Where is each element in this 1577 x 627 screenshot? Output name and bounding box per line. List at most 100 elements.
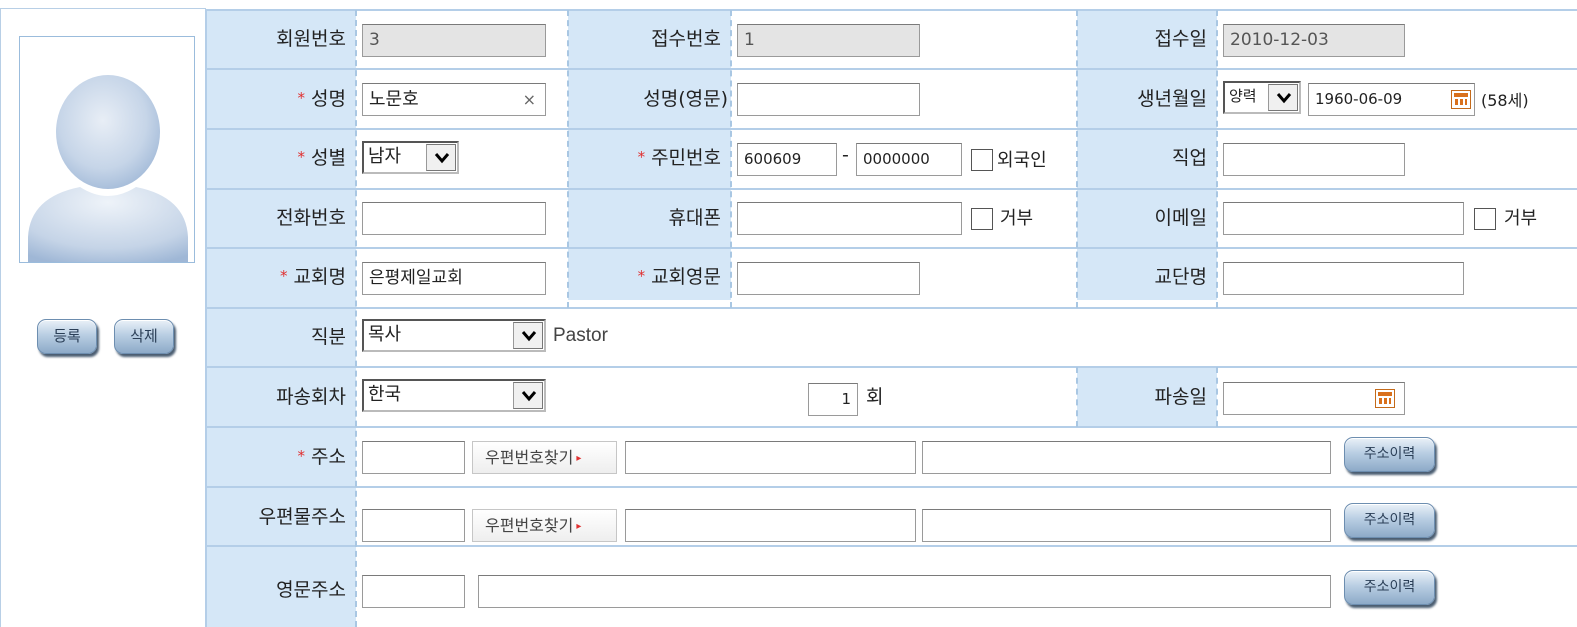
rrn-dash: -	[842, 144, 849, 166]
required-mark: *	[297, 447, 306, 465]
column-divider	[1216, 367, 1218, 427]
dispatch-country-value: 한국	[368, 384, 402, 405]
church-en-label-text: 교회영문	[651, 266, 721, 288]
calendar-type-value: 양력	[1229, 87, 1257, 105]
row-divider	[206, 68, 1577, 70]
calendar-type-select[interactable]: 양력	[1223, 81, 1301, 114]
row-divider	[206, 128, 1577, 130]
zip-search-label: 우편번호찾기	[485, 516, 574, 535]
position-select[interactable]: 목사	[362, 319, 546, 352]
church-field[interactable]: 은평제일교회	[362, 262, 546, 295]
zip-search-button[interactable]: 우편번호찾기 ▸	[472, 509, 617, 542]
address-zip-field[interactable]	[362, 441, 465, 474]
dispatch-country-select[interactable]: 한국	[362, 379, 546, 412]
email-refuse-checkbox[interactable]	[1474, 208, 1496, 230]
denomination-label: 교단명	[1154, 266, 1207, 288]
mail-address-line1-field[interactable]	[625, 509, 916, 542]
address-line2-field[interactable]	[922, 441, 1331, 474]
birth-date-field[interactable]: 1960-06-09	[1308, 83, 1475, 116]
required-mark: *	[637, 267, 646, 285]
avatar-icon	[28, 75, 188, 262]
email-refuse-label: 거부	[1504, 208, 1538, 229]
mail-address-history-button[interactable]: 주소이력	[1344, 503, 1435, 538]
row-divider	[206, 247, 1577, 249]
required-mark: *	[280, 267, 288, 285]
row-divider	[206, 188, 1577, 190]
required-mark: *	[637, 148, 646, 166]
gender-label-text: 성별	[311, 147, 346, 169]
dispatch-round-label: 파송회차	[276, 386, 346, 408]
dispatch-date-field[interactable]	[1223, 382, 1405, 415]
receipt-no-field[interactable]: 1	[737, 24, 920, 57]
foreigner-checkbox[interactable]	[971, 149, 993, 171]
rrn-label: * 주민번호	[568, 143, 721, 170]
caret-right-icon: ▸	[576, 521, 582, 532]
address-label: * 주소	[206, 442, 346, 469]
en-address-field[interactable]	[478, 575, 1331, 608]
address-history-button[interactable]: 주소이력	[1344, 437, 1435, 472]
mail-zip-field[interactable]	[362, 509, 465, 542]
dispatch-date-label: 파송일	[1154, 386, 1207, 408]
row-divider	[206, 545, 1577, 547]
row-divider	[206, 366, 1577, 368]
required-mark: *	[297, 148, 306, 166]
church-en-label: * 교회영문	[568, 262, 721, 289]
foreigner-label: 외국인	[997, 150, 1047, 171]
member-photo	[19, 36, 195, 263]
mobile-refuse-label: 거부	[1000, 208, 1034, 229]
row-divider	[206, 426, 1577, 428]
birth-label: 생년월일	[1137, 88, 1207, 110]
gender-value: 남자	[368, 146, 402, 167]
phone-field[interactable]	[362, 202, 546, 235]
email-field[interactable]	[1223, 202, 1464, 235]
phone-label: 전화번호	[276, 207, 346, 229]
row-divider	[206, 307, 1577, 309]
position-value: 목사	[368, 324, 402, 345]
zip-search-button[interactable]: 우편번호찾기 ▸	[472, 441, 617, 474]
address-line1-field[interactable]	[625, 441, 916, 474]
church-en-field[interactable]	[737, 262, 920, 295]
denomination-field[interactable]	[1223, 262, 1464, 295]
name-field[interactable]: 노문호 ×	[362, 83, 546, 116]
mail-address-line2-field[interactable]	[922, 509, 1331, 542]
mobile-refuse-checkbox[interactable]	[971, 208, 993, 230]
name-value: 노문호	[369, 89, 419, 110]
receipt-date-field[interactable]: 2010-12-03	[1223, 24, 1405, 57]
member-no-label: 회원번호	[276, 28, 346, 50]
receipt-no-label: 접수번호	[651, 28, 721, 50]
mobile-label: 휴대폰	[668, 207, 721, 229]
round-field[interactable]: 1	[808, 383, 858, 416]
caret-right-icon: ▸	[576, 453, 582, 464]
chevron-down-icon	[513, 382, 543, 409]
address-label-text: 주소	[311, 446, 346, 468]
zip-search-label: 우편번호찾기	[485, 448, 574, 467]
calendar-icon[interactable]	[1451, 90, 1471, 109]
church-label: * 교회명	[206, 262, 346, 289]
name-en-field[interactable]	[737, 83, 920, 116]
chevron-down-icon	[513, 322, 543, 349]
birth-date-value: 1960-06-09	[1315, 90, 1403, 108]
job-field[interactable]	[1223, 143, 1405, 176]
mail-address-label: 우편물주소	[258, 506, 346, 528]
job-label: 직업	[1172, 147, 1207, 169]
rrn-front-field[interactable]: 600609	[737, 143, 837, 176]
name-label: * 성명	[206, 84, 346, 111]
close-icon[interactable]: ×	[523, 84, 536, 115]
gender-select[interactable]: 남자	[362, 141, 459, 174]
age-text: (58세)	[1481, 91, 1529, 110]
en-zip-field[interactable]	[362, 575, 465, 608]
rrn-label-text: 주민번호	[651, 147, 721, 169]
name-en-label: 성명(영문)	[643, 88, 728, 110]
required-mark: *	[297, 89, 306, 107]
en-address-label: 영문주소	[276, 579, 346, 601]
church-label-text: 교회명	[293, 266, 346, 288]
member-no-field[interactable]: 3	[362, 24, 546, 57]
register-button[interactable]: 등록	[37, 319, 97, 354]
calendar-icon[interactable]	[1375, 389, 1395, 408]
mobile-field[interactable]	[737, 202, 962, 235]
en-address-history-button[interactable]: 주소이력	[1344, 570, 1435, 605]
column-divider	[355, 10, 357, 627]
rrn-back-field[interactable]: 0000000	[856, 143, 962, 176]
delete-button[interactable]: 삭제	[114, 319, 174, 354]
position-en-text: Pastor	[553, 325, 608, 346]
